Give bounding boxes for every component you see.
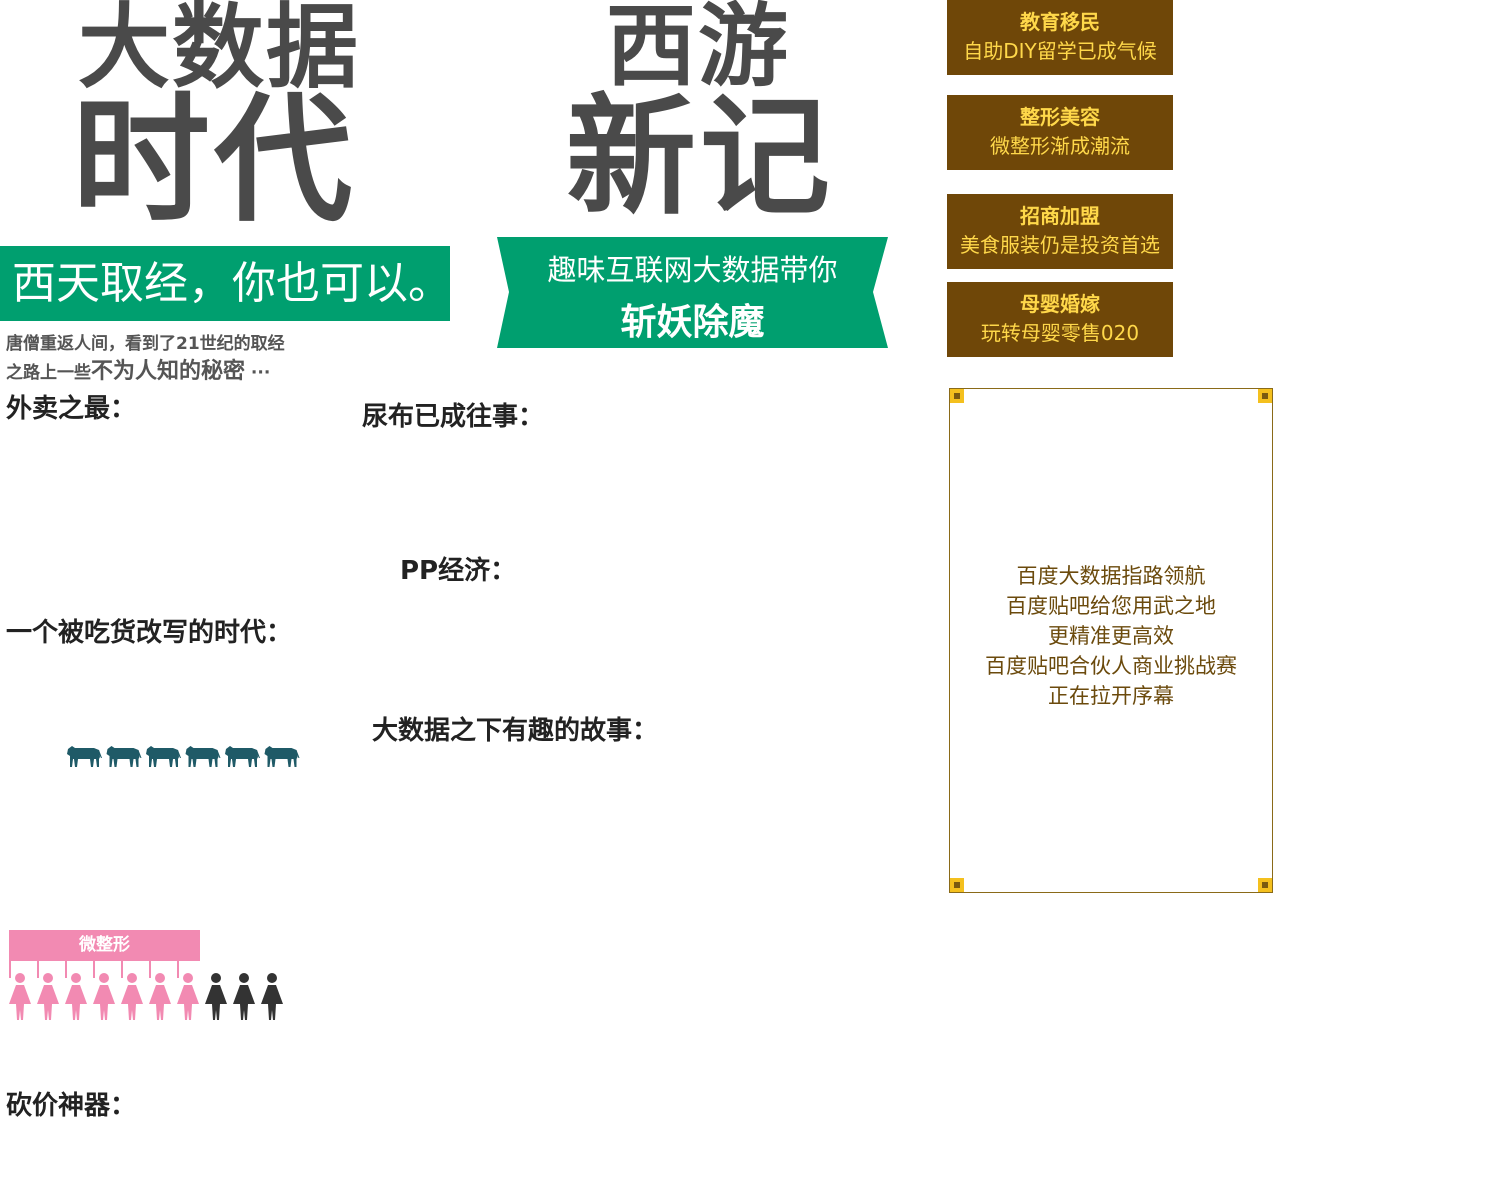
right-title-line2: 新记: [566, 81, 835, 233]
banner-right-line2: 斩妖除魔: [620, 302, 765, 343]
woman-icon: [205, 973, 227, 1020]
card-title: 母婴婚嫁: [1020, 292, 1100, 316]
woman-icon-highlighted: [149, 960, 171, 1020]
section-label-chihuo: 一个被吃货改写的时代：: [6, 618, 293, 648]
micro-surgery-bar: 微整形: [9, 930, 200, 961]
woman-icon-highlighted: [37, 960, 59, 1020]
women-icons-row: [9, 960, 283, 1020]
cow-icon: [146, 746, 181, 767]
banner-left: 西天取经，你也可以。: [0, 246, 452, 321]
cow-icon: [264, 746, 300, 767]
woman-icon-highlighted: [177, 960, 199, 1020]
card-cosmetic-surgery[interactable]: 整形美容 微整形渐成潮流: [947, 95, 1173, 170]
cow-icon: [67, 746, 102, 767]
frame-corner-ornament: [950, 389, 964, 403]
card-subtitle: 美食服装仍是投资首选: [960, 233, 1160, 257]
section-label-pp: PP经济：: [400, 556, 517, 586]
frame-corner-ornament: [950, 878, 964, 892]
frame-text-line: 正在拉开序幕: [1048, 684, 1174, 708]
woman-icon-highlighted: [9, 960, 31, 1020]
card-title: 教育移民: [1020, 10, 1100, 34]
frame-corner-ornament: [1258, 389, 1272, 403]
section-label-niaobu: 尿布已成往事：: [362, 402, 545, 432]
intro-line2-suffix: ···: [245, 363, 271, 383]
section-label-waimai: 外卖之最：: [6, 394, 137, 424]
frame-text: 百度大数据指路领航 百度贴吧给您用武之地 更精准更高效 百度贴吧合伙人商业挑战赛…: [950, 561, 1272, 711]
intro-line2-emphasis: 不为人知的秘密: [91, 359, 246, 384]
frame-text-line: 更精准更高效: [1048, 624, 1174, 648]
intro-text: 唐僧重返人间，看到了21世纪的取经 之路上一些不为人知的秘密 ···: [6, 330, 285, 387]
intro-line2: 之路上一些不为人知的秘密 ···: [6, 358, 285, 387]
section-label-dashuju: 大数据之下有趣的故事：: [372, 716, 659, 746]
card-title: 招商加盟: [1020, 204, 1100, 228]
woman-icon: [261, 973, 283, 1020]
frame-text-line: 百度贴吧合伙人商业挑战赛: [985, 654, 1237, 678]
frame-corner-ornament: [1258, 878, 1272, 892]
right-title-line1: 西游: [606, 0, 790, 99]
cow-icon: [185, 746, 221, 767]
card-subtitle: 玩转母婴零售020: [980, 321, 1140, 345]
woman-icon-highlighted: [121, 960, 143, 1020]
frame-text-line: 百度贴吧给您用武之地: [1006, 594, 1216, 618]
card-franchise[interactable]: 招商加盟 美食服装仍是投资首选: [947, 194, 1173, 269]
card-maternity-wedding[interactable]: 母婴婚嫁 玩转母婴零售020: [947, 282, 1173, 357]
banner-right-line1: 趣味互联网大数据带你: [547, 253, 838, 287]
cow-icons-row: [67, 746, 300, 767]
cow-icon: [106, 746, 142, 767]
banner-right: 趣味互联网大数据带你 斩妖除魔: [497, 237, 888, 348]
section-label-kanjia: 砍价神器：: [6, 1091, 137, 1121]
left-title-line2: 时代: [72, 80, 357, 241]
framed-info-box: 百度大数据指路领航 百度贴吧给您用武之地 更精准更高效 百度贴吧合伙人商业挑战赛…: [949, 388, 1273, 893]
frame-text-line: 百度大数据指路领航: [1016, 564, 1206, 588]
intro-line1: 唐僧重返人间，看到了21世纪的取经: [6, 334, 285, 354]
woman-icon-highlighted: [93, 960, 115, 1020]
card-subtitle: 自助DIY留学已成气候: [963, 39, 1157, 63]
cow-icon: [225, 746, 260, 767]
intro-line2-prefix: 之路上一些: [6, 363, 91, 383]
card-subtitle: 微整形渐成潮流: [990, 134, 1130, 158]
card-title: 整形美容: [1020, 105, 1100, 129]
woman-icon: [233, 973, 255, 1020]
card-education-migration[interactable]: 教育移民 自助DIY留学已成气候: [947, 0, 1173, 75]
woman-icon-highlighted: [65, 960, 87, 1020]
